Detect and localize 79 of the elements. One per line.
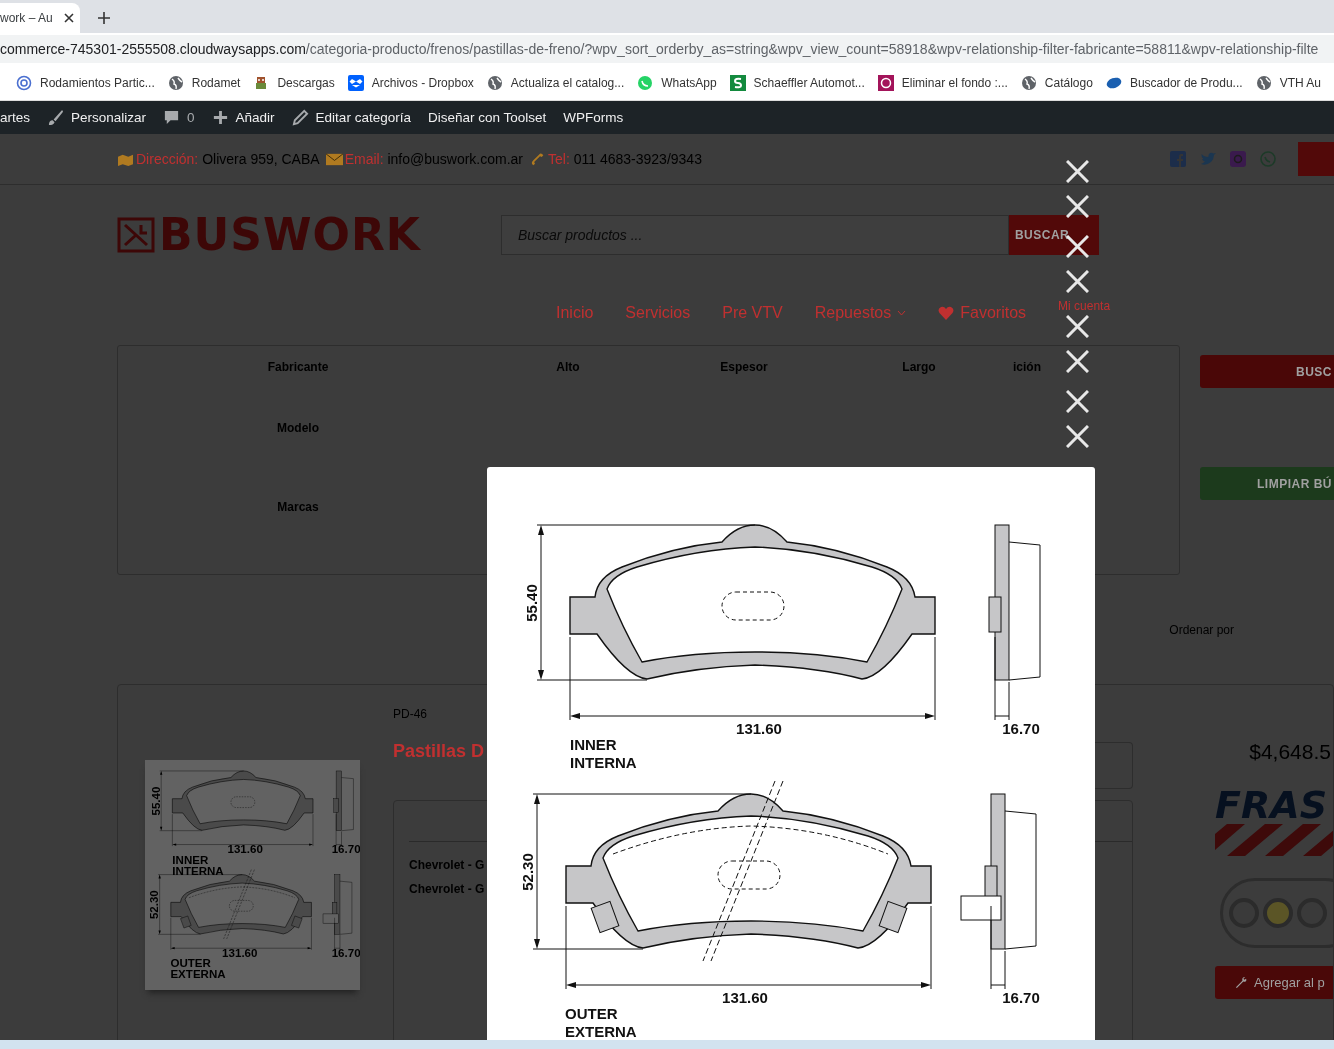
search-button[interactable]: BUSC (1200, 355, 1334, 388)
dimension-label: 16.70 (331, 946, 360, 959)
dimension-label: 131.60 (736, 720, 782, 737)
dimension-label: 16.70 (1002, 720, 1040, 737)
address-bar[interactable]: commerce-745301-2555508.cloudwaysapps.com/categoria-producto/frenos/pastillas-de-freno/?wpv_sort_orderby_as=string&wpv_view_count=58918&wpv-relationship-filter-fabricante=58811&wpv-relationship-filte (0, 35, 1334, 63)
bookmark[interactable]: Rodamientos Partic... (40, 75, 155, 90)
globe-icon (486, 74, 503, 91)
admin-bar-item[interactable]: WPForms (563, 110, 624, 125)
bookmark[interactable]: Rodamet (191, 75, 241, 90)
brush-icon (47, 109, 64, 126)
filter-label: Espesor (720, 360, 768, 374)
add-to-order-button[interactable]: Agregar al p (1215, 966, 1333, 999)
application-item: Chevrolet - G (409, 858, 485, 874)
stripes-icon (1215, 824, 1333, 856)
product-code: PD-46 (393, 707, 428, 721)
view-label: OUTER (565, 1005, 618, 1022)
browser-tab[interactable]: work – Au (0, 3, 80, 33)
admin-bar-item[interactable]: 0 (187, 110, 195, 125)
admin-bar-item[interactable]: Añadir (235, 110, 275, 125)
globe-icon (1020, 74, 1037, 91)
globe-icon (167, 74, 184, 91)
view-label: INNER (172, 853, 209, 866)
admin-bar-item[interactable]: Editar categoría (315, 110, 411, 125)
square-icon (877, 74, 894, 91)
target-icon (16, 74, 32, 91)
plus-icon (211, 109, 229, 126)
admin-bar-item[interactable]: Diseñar con Toolset (427, 110, 547, 125)
heart-icon (938, 305, 955, 320)
pencil-icon (291, 109, 309, 126)
close-icon[interactable] (64, 13, 74, 23)
dimension-label: 131.60 (722, 989, 768, 1006)
bookmark[interactable]: Actualiza el catalog... (510, 75, 625, 90)
chat-icon (637, 74, 654, 91)
dimension-label: 52.30 (519, 853, 536, 891)
product-price: $4,648.5 (1249, 740, 1332, 764)
clear-button[interactable]: LIMPIAR BÚ (1200, 467, 1334, 500)
bookmark[interactable]: VTH Au (1279, 75, 1321, 90)
bookmark[interactable]: WhatsApp (661, 75, 717, 90)
chevron-down-icon (897, 309, 907, 316)
dimension-label: 131.60 (222, 946, 258, 959)
admin-bar-item[interactable]: artes (0, 110, 30, 125)
filter-label: Largo (902, 360, 936, 374)
filter-label: Marcas (277, 499, 319, 514)
s-letter-icon (729, 74, 746, 91)
logo-icon (117, 217, 155, 253)
wrench-icon (1235, 976, 1248, 989)
mail-icon (325, 151, 343, 167)
bookmark[interactable]: Archivos - Dropbox (371, 75, 474, 90)
filter-label: Fabricante (267, 360, 329, 374)
filter-label: ición (1013, 360, 1041, 374)
view-label: INTERNA (570, 754, 637, 771)
bookmark[interactable]: Eliminar el fondo :... (901, 75, 1008, 90)
bookmark[interactable]: Descargas (277, 75, 335, 90)
view-label: EXTERNA (565, 1023, 637, 1040)
dimension-label: 16.70 (331, 843, 360, 856)
filter-label: Modelo (277, 420, 319, 435)
dimension-label: 131.60 (227, 843, 263, 856)
view-label: INTERNA (172, 864, 224, 877)
dimension-label: 55.40 (149, 786, 162, 816)
contact-info: Tel: 011 4683-3923/9343 (548, 151, 702, 167)
contact-info: Dirección: Olivera 959, CABA (136, 151, 320, 167)
dimension-label: 52.30 (148, 890, 161, 920)
bookmark[interactable]: Catálogo (1044, 75, 1093, 90)
comment-icon (163, 109, 181, 126)
filter-label: Alto (556, 360, 580, 374)
dropbox-icon (347, 74, 364, 91)
sort-label: Ordenar por (1169, 622, 1234, 637)
bookmark[interactable]: Schaeffler Automot... (753, 75, 865, 90)
dimension-label: 55.40 (523, 584, 540, 622)
view-label: OUTER (170, 957, 211, 970)
view-label: INNER (570, 736, 617, 753)
view-label: EXTERNA (170, 968, 226, 981)
globe-icon (1255, 74, 1272, 91)
bookmark[interactable]: Buscador de Produ... (1129, 75, 1243, 90)
dimension-label: 16.70 (1002, 989, 1040, 1006)
search-button[interactable]: BUSCAR (1008, 215, 1099, 255)
admin-bar-item[interactable]: Personalizar (71, 110, 147, 125)
contact-info: Email: info@buswork.com.ar (344, 151, 524, 167)
application-item: Chevrolet - G (409, 882, 485, 898)
